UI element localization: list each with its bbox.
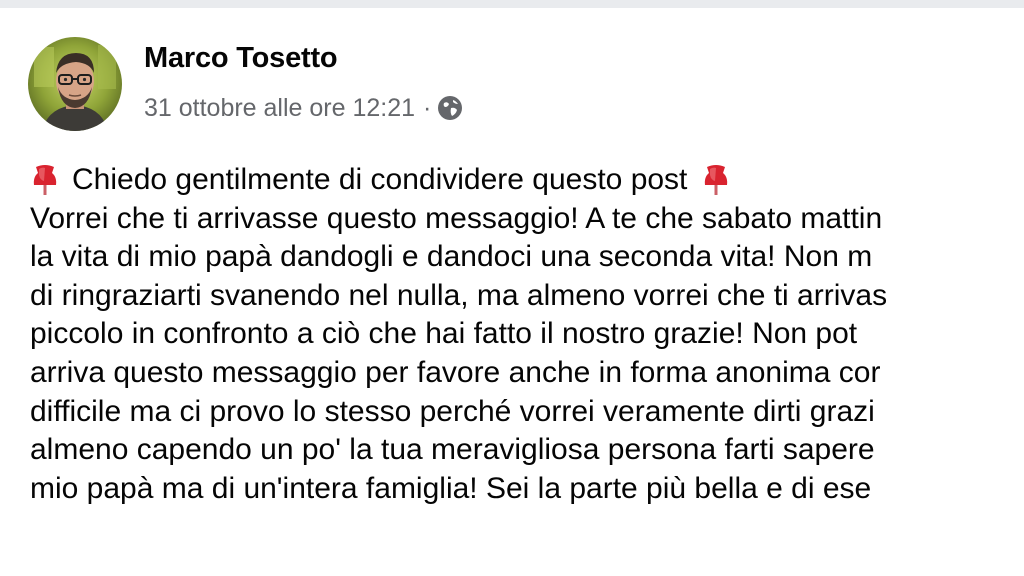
author-name[interactable]: Marco Tosetto	[144, 42, 338, 75]
post-line: difficile ma ci provo lo stesso perché v…	[30, 394, 875, 428]
post-line: la vita di mio papà dandogli e dandoci u…	[30, 240, 873, 274]
meta-separator: ·	[423, 93, 432, 122]
post-line: mio papà ma di un'intera famiglia! Sei l…	[30, 471, 872, 505]
avatar-photo	[28, 37, 122, 131]
post-line: Chiedo gentilmente di condividere questo…	[30, 161, 1024, 200]
globe-icon[interactable]	[437, 95, 463, 121]
post-line: arriva questo messaggio per favore anche…	[30, 355, 881, 389]
post-line: piccolo in confronto a ciò che hai fatto…	[30, 317, 858, 351]
post-meta: 31 ottobre alle ore 12:21 ·	[144, 92, 463, 124]
post-timestamp[interactable]: 31 ottobre alle ore 12:21	[144, 94, 415, 123]
pushpin-icon	[30, 163, 60, 197]
post-line: almeno capendo un po' la tua meraviglios…	[30, 433, 875, 467]
post-line-text: Chiedo gentilmente di condividere questo…	[72, 163, 688, 196]
post-line: Vorrei che ti arrivasse questo messaggio…	[30, 201, 883, 235]
facebook-post: Marco Tosetto 31 ottobre alle ore 12:21 …	[0, 8, 1024, 576]
page-background-strip	[0, 0, 1024, 8]
pushpin-icon	[701, 163, 731, 197]
viewport: Marco Tosetto 31 ottobre alle ore 12:21 …	[0, 0, 1024, 576]
avatar[interactable]	[28, 37, 122, 131]
post-message: Chiedo gentilmente di condividere questo…	[30, 161, 1024, 508]
post-line: di ringraziarti svanendo nel nulla, ma a…	[30, 278, 888, 312]
